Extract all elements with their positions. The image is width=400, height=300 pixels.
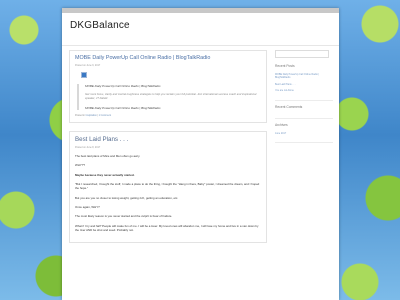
recent-post-link[interactable]: MOBE Daily PowerUp Call Online Radio | B… (275, 73, 333, 80)
recent-post-link[interactable]: Best Laid Plans . . . (275, 83, 333, 86)
post-card: MOBE Daily PowerUp Call Online Radio | B… (69, 50, 267, 123)
post-paragraph: Maybe because they never actually starte… (75, 172, 135, 177)
quote-link[interactable]: MOBE Daily PowerUp Call Online Radio | B… (85, 106, 261, 110)
sidebar: Recent Posts MOBE Daily PowerUp Call Onl… (275, 50, 333, 147)
post-paragraph: Once again, WHY? (75, 204, 100, 209)
archive-link[interactable]: June 2017 (275, 132, 333, 135)
comments-link[interactable]: 1 Comment (99, 114, 111, 117)
recent-post-link[interactable]: You are not Alone (275, 89, 333, 92)
posted-in-label: Posted in (75, 113, 85, 117)
widget-title: Recent Posts (275, 64, 295, 68)
site-header: DKGBalance (62, 13, 339, 46)
search-input[interactable] (275, 50, 329, 58)
widget-title: Recent Comments (275, 104, 303, 109)
post-date: Posted on June 9, 2017 (75, 64, 101, 67)
post-paragraph: The best laid plans of Mice and Men ofte… (75, 153, 141, 158)
post-paragraph: The most likely reason is you never star… (75, 214, 173, 219)
archives-widget: Archives June 2017 (275, 122, 333, 144)
post-paragraph: But you are you no closer to losing weig… (75, 195, 179, 200)
category-link[interactable]: Inspiration (86, 114, 97, 117)
post-paragraph: What if I try and fail? People will make… (75, 223, 259, 233)
quote-title: MOBE Daily PowerUp Call Online Radio | B… (85, 84, 161, 88)
main-content: MOBE Daily PowerUp Call Online Radio | B… (69, 50, 267, 251)
post-card: Best Laid Plans . . . Posted on June 8, … (69, 130, 267, 244)
post-footer: Posted in Inspiration | 1 Comment (75, 114, 261, 117)
post-title[interactable]: Best Laid Plans . . . (75, 136, 261, 143)
post-date: Posted on June 8, 2017 (75, 145, 101, 149)
recent-comments-widget: Recent Comments (275, 105, 333, 119)
image-thumbnail-icon[interactable] (81, 72, 87, 78)
post-paragraph: WHY?? (75, 163, 85, 168)
site-title[interactable]: DKGBalance (70, 20, 130, 31)
widget-title: Archives (275, 122, 288, 127)
recent-posts-widget: Recent Posts MOBE Daily PowerUp Call Onl… (275, 64, 333, 101)
quote-text: Get more focus, clarity and mental tough… (85, 93, 257, 100)
embed-quote: MOBE Daily PowerUp Call Online Radio | B… (77, 84, 261, 110)
page-container: DKGBalance MOBE Daily PowerUp Call Onlin… (62, 8, 339, 300)
post-title[interactable]: MOBE Daily PowerUp Call Online Radio | B… (75, 55, 261, 61)
post-paragraph: "But I researched, I bought the stuff, I… (75, 181, 260, 191)
